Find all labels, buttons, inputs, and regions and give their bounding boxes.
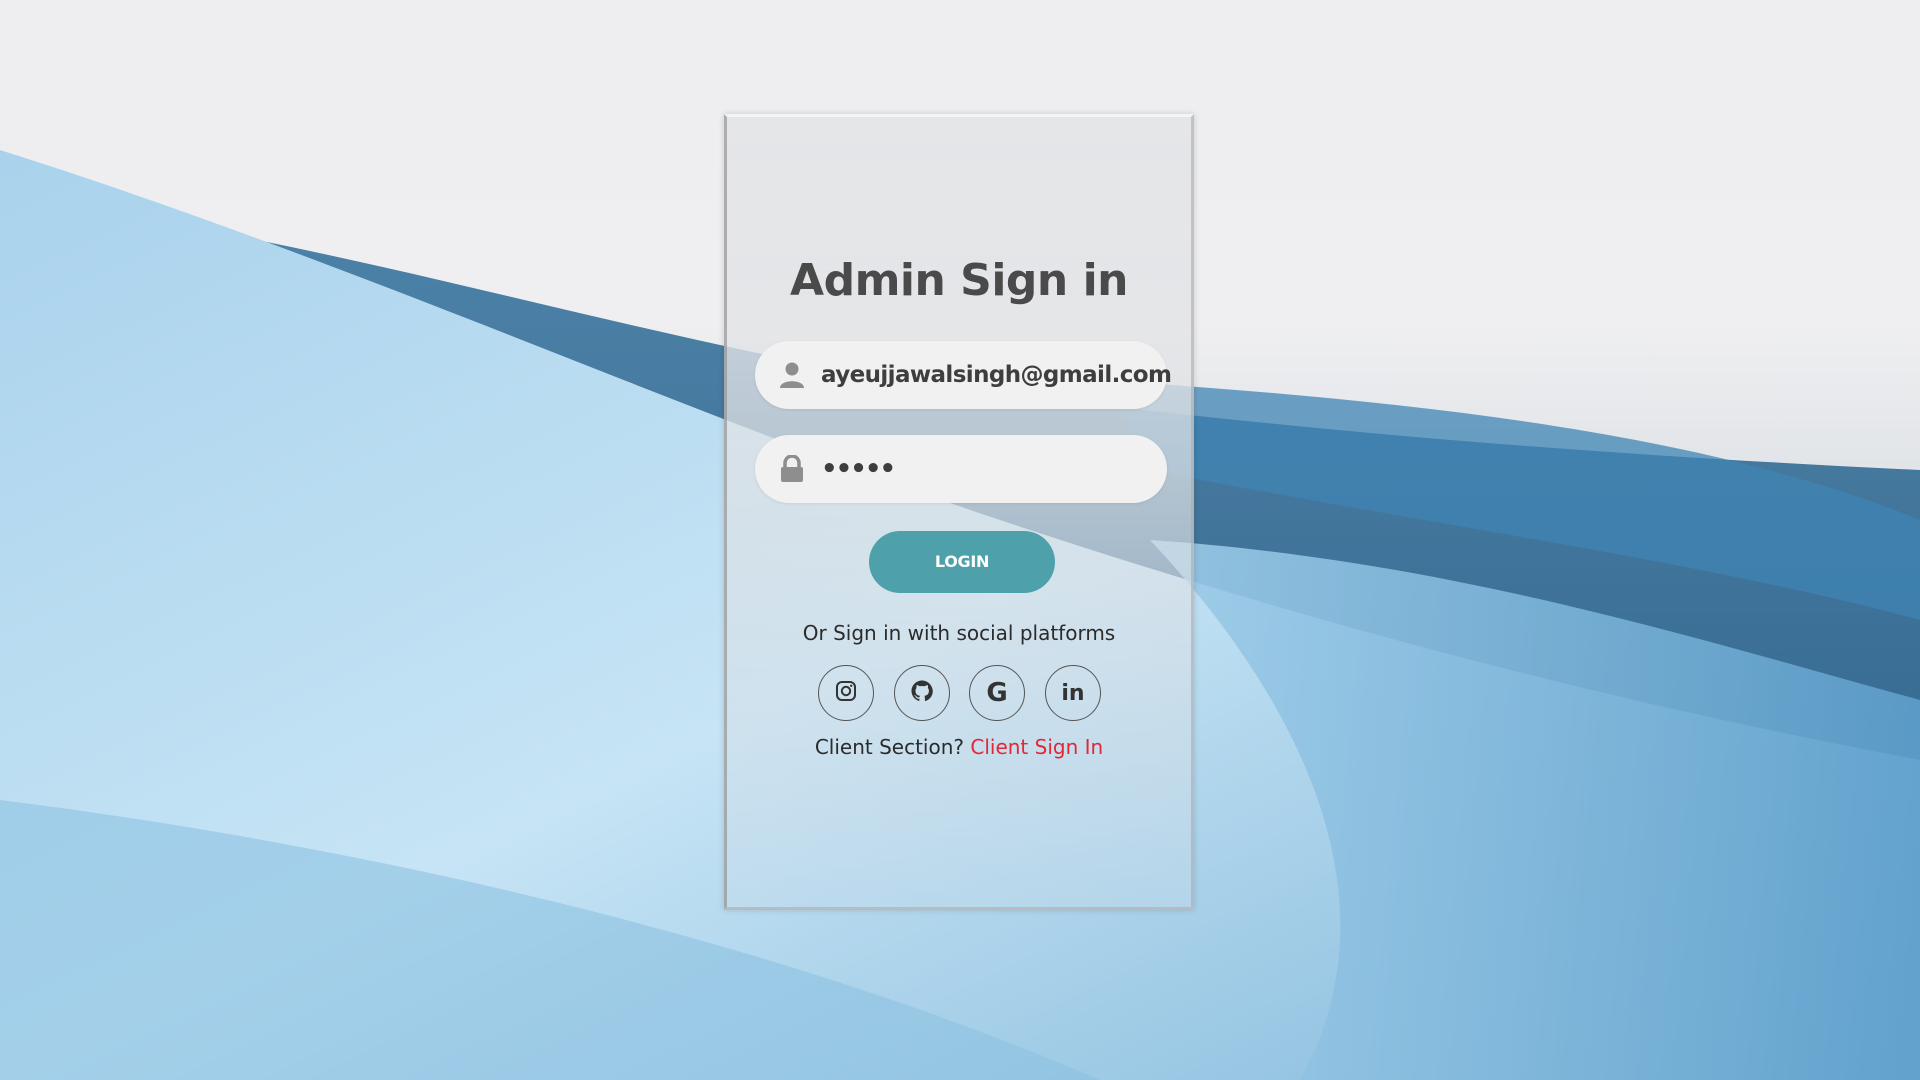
client-section: Client Section? Client Sign In [727, 735, 1191, 759]
github-icon [910, 679, 934, 707]
page-title: Admin Sign in [790, 255, 1128, 306]
google-icon: G [986, 678, 1008, 708]
login-button[interactable]: LOGIN [869, 531, 1055, 593]
social-prompt: Or Sign in with social platforms [802, 621, 1116, 645]
lock-icon [779, 454, 805, 483]
github-button[interactable] [894, 665, 950, 721]
email-value[interactable]: ayeujjawalsingh@gmail.com [821, 341, 1172, 409]
linkedin-button[interactable]: in [1045, 665, 1101, 721]
client-question: Client Section? [814, 735, 964, 759]
linkedin-icon: in [1061, 680, 1085, 706]
client-sign-in-link[interactable]: Client Sign In [970, 735, 1103, 759]
email-field[interactable]: ayeujjawalsingh@gmail.com [755, 341, 1172, 409]
user-icon [779, 361, 805, 389]
instagram-button[interactable] [818, 665, 874, 721]
password-value[interactable]: ••••• [821, 435, 896, 503]
google-button[interactable]: G [969, 665, 1025, 721]
instagram-icon [835, 680, 857, 706]
login-card: Admin Sign in ayeujjawalsingh@gmail.com … [724, 114, 1194, 910]
password-field[interactable]: ••••• [755, 435, 1167, 503]
social-buttons: G in [818, 665, 1108, 723]
